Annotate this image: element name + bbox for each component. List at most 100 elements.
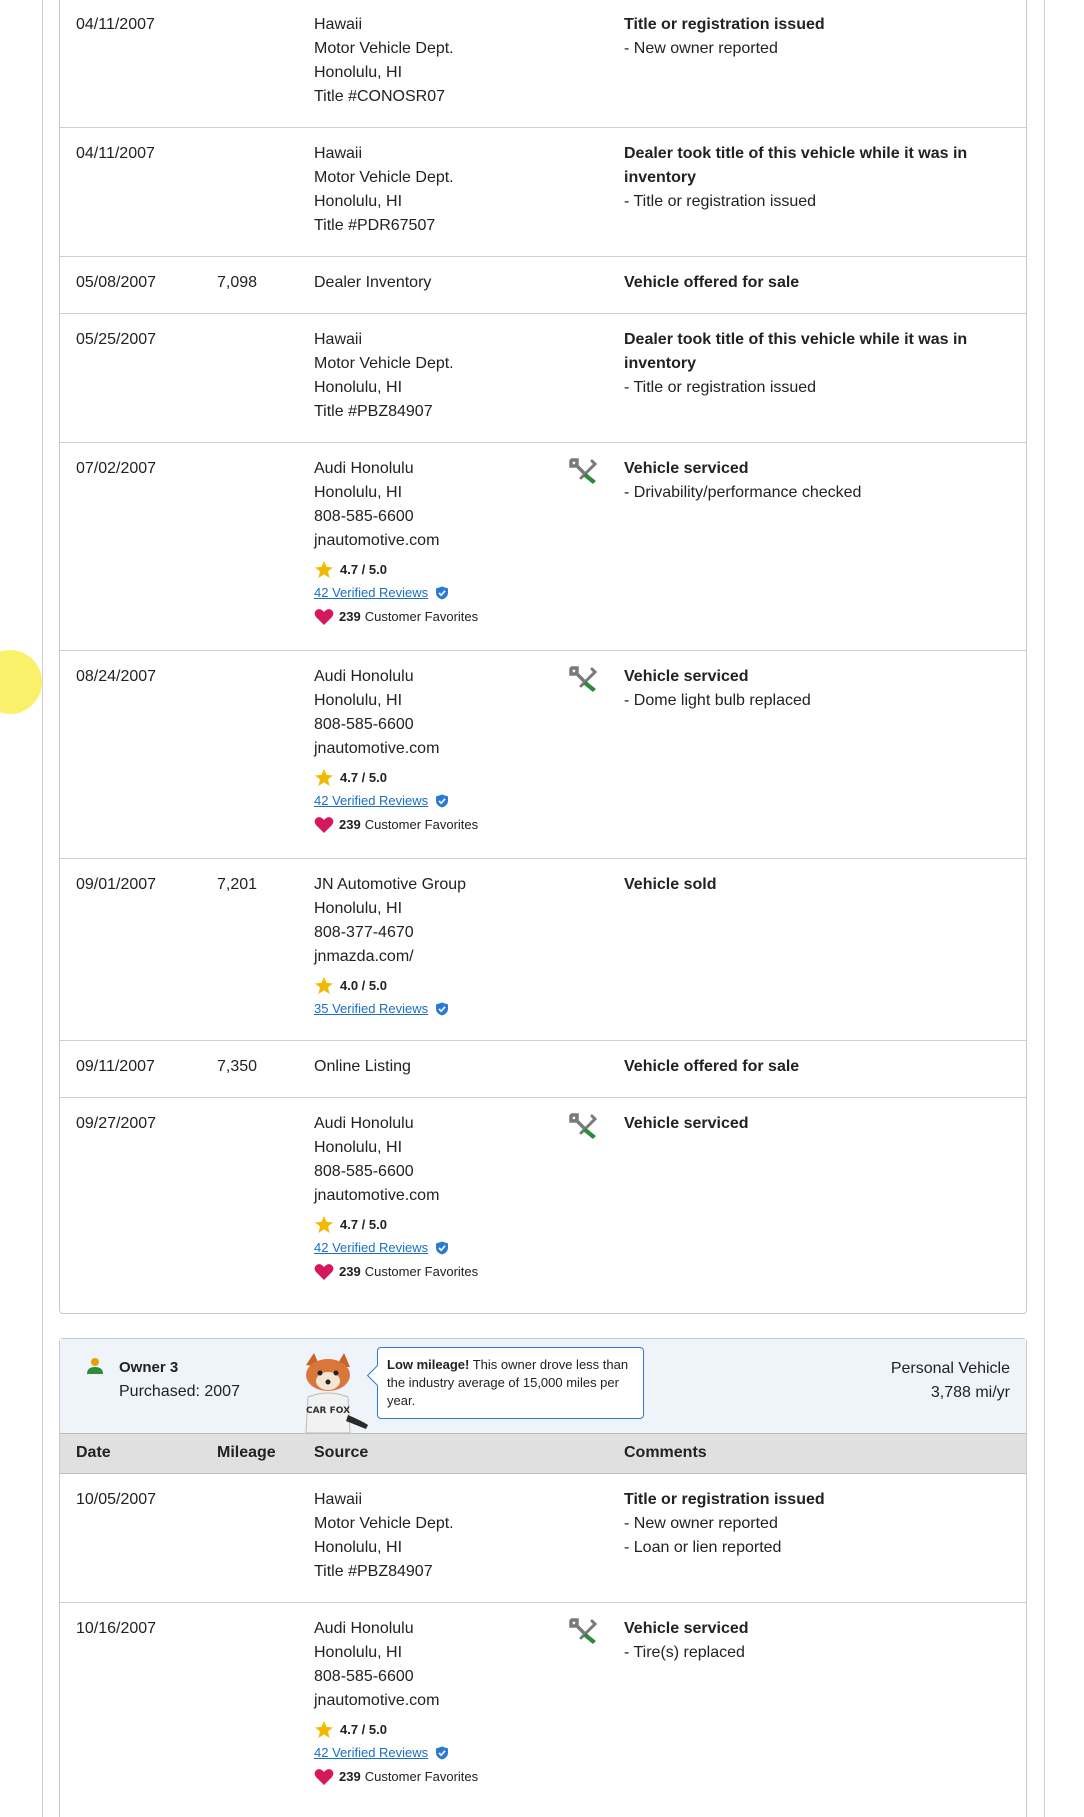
- comment-title: Vehicle serviced: [624, 460, 749, 477]
- source-line: 808-585-6600: [314, 508, 414, 525]
- service-wrench-screwdriver-icon: [569, 666, 598, 692]
- comment-title: Dealer took title of this vehicle while …: [624, 145, 968, 186]
- record-date: 09/01/2007: [76, 876, 157, 893]
- verified-shield-icon: [436, 1746, 449, 1760]
- service-wrench-screwdriver-icon: [569, 1113, 598, 1139]
- favorites-label: Customer Favorites: [364, 817, 479, 832]
- source-line: jnautomotive.com: [314, 740, 440, 757]
- source-line: jnmazda.com/: [314, 948, 414, 965]
- verified-shield-icon: [436, 1002, 449, 1016]
- verified-reviews-link[interactable]: 42 Verified Reviews: [314, 581, 428, 605]
- rating-value: 4.7 / 5.0: [340, 770, 387, 785]
- record-date: 04/11/2007: [76, 16, 155, 33]
- low-mileage-callout: Low mileage! This owner drove less than …: [377, 1347, 644, 1419]
- rating-value: 4.7 / 5.0: [340, 1722, 387, 1737]
- comment-title: Vehicle sold: [624, 876, 717, 893]
- record-date: 09/11/2007: [76, 1058, 155, 1075]
- dealer-rating: 4.0 / 5.0: [314, 975, 614, 997]
- verified-reviews-link[interactable]: 42 Verified Reviews: [314, 789, 428, 813]
- dealer-reviews: 42 Verified Reviews: [314, 1236, 614, 1260]
- service-wrench-screwdriver-icon: [569, 1618, 598, 1644]
- record-comments: Vehicle sold: [624, 873, 1014, 897]
- star-icon: [315, 769, 333, 786]
- source-line: Online Listing: [314, 1058, 411, 1075]
- fox-shirt-text: CAR FOX: [306, 1406, 350, 1416]
- comment-title: Title or registration issued: [624, 1491, 825, 1508]
- star-icon: [315, 1216, 333, 1233]
- history-row: 09/01/2007 7,201 JN Automotive Group Honolu…: [60, 859, 1026, 1041]
- source-line: Hawaii: [314, 1491, 363, 1508]
- source-line: Honolulu, HI: [314, 900, 403, 917]
- comment-item: Title or registration issued: [624, 190, 1014, 214]
- service-wrench-screwdriver-icon: [569, 458, 598, 484]
- verified-shield-icon: [436, 1241, 449, 1255]
- source-line: Motor Vehicle Dept.: [314, 355, 454, 372]
- verified-reviews-link[interactable]: 42 Verified Reviews: [314, 1741, 428, 1765]
- owner-3-history-rows: 10/05/2007 Hawaii Motor Vehicle Dept. Honol…: [60, 1474, 1026, 1813]
- source-line: 808-585-6600: [314, 1163, 414, 1180]
- record-mileage: 7,201: [217, 876, 258, 893]
- owner-3-history-section: Owner 3 Purchased: 2007 CAR FOX Low mile…: [59, 1338, 1027, 1817]
- verified-reviews-link[interactable]: 42 Verified Reviews: [314, 1236, 428, 1260]
- record-date: 10/05/2007: [76, 1491, 157, 1508]
- comment-title: Vehicle offered for sale: [624, 1058, 800, 1075]
- record-comments: Title or registration issued New owner re…: [624, 13, 1014, 61]
- record-comments: Dealer took title of this vehicle while …: [624, 142, 1014, 214]
- record-source: Online Listing: [314, 1055, 614, 1079]
- source-line: Hawaii: [314, 145, 363, 162]
- record-source: Hawaii Motor Vehicle Dept. Honolulu, HI Tit…: [314, 328, 614, 424]
- record-mileage: 7,098: [217, 274, 258, 291]
- verified-shield-icon: [436, 794, 449, 808]
- comment-item: Dome light bulb replaced: [624, 689, 1014, 713]
- source-line: 808-585-6600: [314, 1668, 414, 1685]
- dealer-rating: 4.7 / 5.0: [314, 767, 614, 789]
- rating-value: 4.7 / 5.0: [340, 1217, 387, 1232]
- owner-purchased-year: Purchased: 2007: [119, 1383, 240, 1400]
- source-line: Title #PBZ84907: [314, 1563, 433, 1580]
- record-source: Hawaii Motor Vehicle Dept. Honolulu, HI Tit…: [314, 13, 614, 109]
- dealer-reviews: 42 Verified Reviews: [314, 1741, 614, 1765]
- comment-title: Title or registration issued: [624, 16, 825, 33]
- column-header-mileage: Mileage: [217, 1444, 276, 1461]
- source-line: Title #PBZ84907: [314, 403, 433, 420]
- history-row: 08/24/2007 Audi Honolulu Honolulu, HI 808-5…: [60, 651, 1026, 859]
- dealer-rating: 4.7 / 5.0: [314, 1719, 614, 1741]
- verified-reviews-link[interactable]: 35 Verified Reviews: [314, 997, 428, 1021]
- favorites-label: Customer Favorites: [364, 1264, 479, 1279]
- record-source: Hawaii Motor Vehicle Dept. Honolulu, HI Tit…: [314, 1488, 614, 1584]
- comment-title: Vehicle offered for sale: [624, 274, 800, 291]
- carfox-mascot-icon: CAR FOX: [305, 1353, 368, 1434]
- rating-value: 4.7 / 5.0: [340, 562, 387, 577]
- comment-item: Drivability/performance checked: [624, 481, 1014, 505]
- source-line: Honolulu, HI: [314, 379, 403, 396]
- record-comments: Vehicle serviced Tire(s) replaced: [624, 1617, 1014, 1665]
- record-date: 07/02/2007: [76, 460, 157, 477]
- source-line: Motor Vehicle Dept.: [314, 1515, 454, 1532]
- record-date: 08/24/2007: [76, 668, 157, 685]
- dealer-rating: 4.7 / 5.0: [314, 1214, 614, 1236]
- source-line: Hawaii: [314, 331, 363, 348]
- comment-title: Dealer took title of this vehicle while …: [624, 331, 968, 372]
- record-source: Dealer Inventory: [314, 271, 614, 295]
- comment-title: Vehicle serviced: [624, 1115, 749, 1132]
- history-row: 09/11/2007 7,350 Online Listing Vehicle off…: [60, 1041, 1026, 1098]
- favorites-count: 239: [339, 1769, 361, 1784]
- record-comments: Vehicle serviced Drivability/performance …: [624, 457, 1014, 505]
- history-row: 10/05/2007 Hawaii Motor Vehicle Dept. Honol…: [60, 1474, 1026, 1603]
- record-date: 04/11/2007: [76, 145, 155, 162]
- source-line: Motor Vehicle Dept.: [314, 169, 454, 186]
- record-date: 10/16/2007: [76, 1620, 157, 1637]
- verified-shield-icon: [436, 586, 449, 600]
- callout-heading: Low mileage!: [387, 1357, 470, 1372]
- cursor-highlight: [0, 650, 42, 714]
- annual-mileage: 3,788 mi/yr: [930, 1384, 1010, 1401]
- comment-item: New owner reported: [624, 37, 1014, 61]
- history-row: 04/11/2007 Hawaii Motor Vehicle Dept. Honol…: [60, 128, 1026, 257]
- favorites-count: 239: [339, 1264, 361, 1279]
- rating-value: 4.0 / 5.0: [340, 978, 387, 993]
- comment-item: New owner reported: [624, 1512, 1014, 1536]
- star-icon: [315, 977, 333, 994]
- dealer-rating: 4.7 / 5.0: [314, 559, 614, 581]
- record-date: 05/25/2007: [76, 331, 157, 348]
- customer-favorites: 239 Customer Favorites: [314, 1765, 614, 1789]
